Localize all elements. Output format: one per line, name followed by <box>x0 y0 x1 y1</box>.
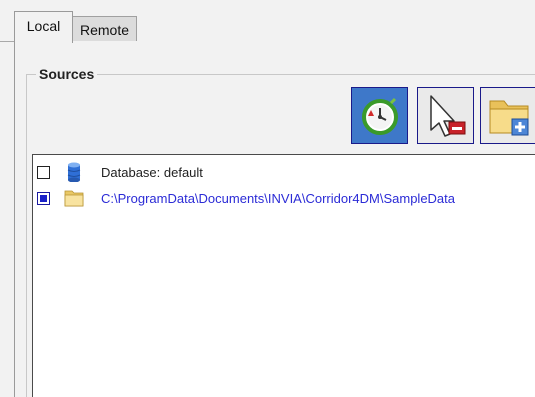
source-checkbox[interactable] <box>37 165 50 179</box>
source-checkbox-checked[interactable] <box>37 191 50 205</box>
refresh-clock-icon <box>361 97 398 135</box>
database-icon <box>64 162 84 182</box>
list-item[interactable]: Database: default <box>33 161 535 183</box>
tab-remote[interactable]: Remote <box>73 16 137 42</box>
tab-remote-label: Remote <box>79 21 130 38</box>
tab-local-label: Local <box>26 17 61 34</box>
folder-icon <box>64 188 84 208</box>
source-path: C:\ProgramData\Documents\INVIA\Corridor4… <box>101 190 456 206</box>
remove-source-button[interactable] <box>417 87 474 144</box>
refresh-sources-button[interactable] <box>351 87 408 144</box>
add-folder-button[interactable] <box>480 87 535 144</box>
sources-dialog: Local Remote Sources Database: default C… <box>0 0 535 397</box>
remove-source-icon <box>429 94 465 137</box>
sources-title: Sources <box>36 66 98 82</box>
source-label: Database: default <box>101 164 203 180</box>
list-item[interactable]: C:\ProgramData\Documents\INVIA\Corridor4… <box>33 187 535 209</box>
tab-local[interactable]: Local <box>14 11 73 43</box>
add-folder-icon <box>489 100 529 135</box>
tab-strip: Local Remote <box>0 0 535 43</box>
sources-list[interactable]: Database: default C:\ProgramData\Documen… <box>32 154 535 397</box>
